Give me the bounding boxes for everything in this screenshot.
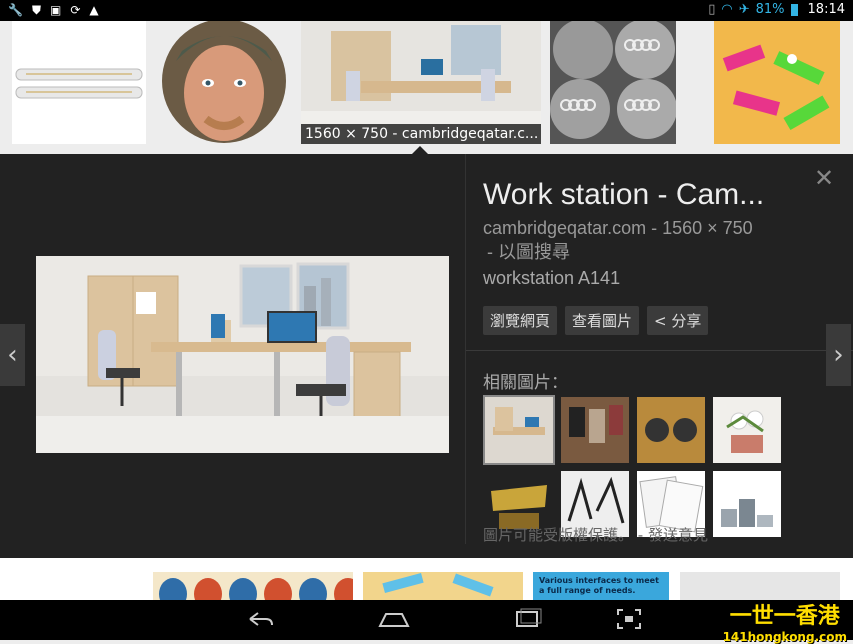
- watermark-url: 141hongkong.com: [722, 630, 847, 644]
- thumb-man-portrait[interactable]: [156, 21, 292, 144]
- panel-divider: [465, 154, 466, 544]
- plastic-toys-image: [714, 21, 840, 144]
- system-icons: ▯ ◠ ✈ 81% 18:14: [708, 2, 845, 17]
- source-line[interactable]: cambridgeqatar.com - 1560 × 750: [483, 216, 793, 240]
- recents-icon[interactable]: [513, 608, 543, 630]
- interfaces-thumb-text: Various interfaces to meet a full range …: [539, 576, 659, 595]
- preview-image[interactable]: [36, 256, 449, 453]
- battery-percent: 81%: [755, 2, 785, 17]
- selected-thumb-caption: 1560 × 750 - cambridgeqatar.c...: [301, 124, 541, 144]
- thumb-plastic-toys[interactable]: [714, 21, 840, 144]
- image-icon: ▣: [49, 3, 62, 17]
- status-bar: 🔧 ⛊ ▣ ⟳ ▲ ▯ ◠ ✈ 81% 18:14: [0, 0, 853, 21]
- thumb-halogen-bulbs[interactable]: [12, 21, 146, 144]
- visit-page-button[interactable]: 瀏覽網頁: [483, 306, 558, 335]
- view-image-button[interactable]: 查看圖片: [565, 306, 640, 335]
- warning-icon: ▲: [89, 3, 99, 17]
- screenshot-icon[interactable]: [616, 608, 642, 630]
- related-thumb-podium[interactable]: [713, 471, 781, 537]
- workstation-photo: [36, 256, 449, 453]
- home-icon[interactable]: [378, 608, 410, 630]
- thumb-gray-fabric[interactable]: [680, 572, 840, 600]
- chevron-left-icon: ‹: [7, 340, 18, 370]
- action-buttons: 瀏覽網頁 查看圖片 < 分享: [483, 306, 709, 335]
- section-divider: [466, 350, 853, 351]
- shield-icon: ⛊: [31, 3, 41, 17]
- back-icon[interactable]: [244, 608, 274, 630]
- watermark-title: 一世一香港: [729, 604, 840, 629]
- airplane-icon: ✈: [738, 2, 750, 17]
- image-title: Work station - Cam...: [483, 178, 765, 211]
- close-icon[interactable]: ✕: [814, 164, 834, 192]
- image-results-strip-bottom: Various interfaces to meet a full range …: [0, 558, 853, 600]
- image-detail-panel: ‹ ✕ Work station - Cam... cambridgeqatar…: [0, 154, 853, 558]
- thumb-masks[interactable]: [153, 572, 353, 600]
- related-images-label: 相關圖片：: [483, 373, 568, 393]
- related-thumb-flowers[interactable]: [713, 397, 781, 463]
- halogen-bulbs-image: [15, 68, 143, 99]
- image-results-strip: 1560 × 750 - cambridgeqatar.c...: [0, 21, 853, 154]
- clock: 18:14: [807, 2, 845, 17]
- next-image-button[interactable]: ›: [826, 324, 851, 386]
- search-by-image-link[interactable]: - 以圖搜尋: [483, 240, 793, 264]
- wifi-icon: ◠: [721, 2, 733, 17]
- battery-icon: [790, 3, 798, 16]
- chevron-right-icon: ›: [833, 340, 844, 370]
- vibrate-icon: ▯: [708, 2, 716, 17]
- related-thumb-clothes[interactable]: [561, 397, 629, 463]
- thumb-colorful-cards[interactable]: [363, 572, 523, 600]
- prev-image-button[interactable]: ‹: [0, 324, 25, 386]
- thumb-audi-caps[interactable]: [550, 21, 676, 144]
- audi-caps-image: [550, 21, 676, 144]
- copyright-note[interactable]: 圖片可能受版權保護。 - 發送意見: [483, 524, 708, 545]
- related-thumb-burners[interactable]: [637, 397, 705, 463]
- related-thumb-workstation[interactable]: [483, 395, 555, 465]
- image-description: workstation A141: [483, 268, 621, 288]
- man-portrait-image: [156, 21, 292, 144]
- thumb-interfaces[interactable]: Various interfaces to meet a full range …: [533, 572, 669, 600]
- notification-icons: 🔧 ⛊ ▣ ⟳ ▲: [8, 3, 99, 18]
- thumb-workstation-selected[interactable]: 1560 × 750 - cambridgeqatar.c...: [301, 21, 541, 144]
- image-source-meta: cambridgeqatar.com - 1560 × 750 - 以圖搜尋: [483, 216, 793, 264]
- wrench-icon: 🔧: [8, 3, 23, 17]
- site-watermark: 一世一香港 141hongkong.com: [723, 598, 847, 644]
- share-button[interactable]: < 分享: [647, 306, 709, 335]
- sync-icon: ⟳: [70, 3, 81, 17]
